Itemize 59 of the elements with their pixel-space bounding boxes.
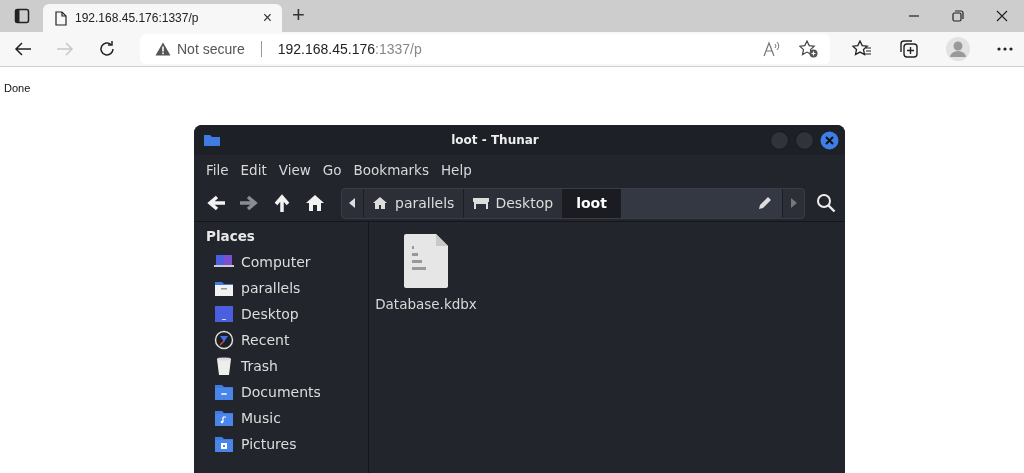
- close-button[interactable]: [820, 130, 839, 150]
- binary-file-icon: [404, 234, 448, 288]
- close-icon[interactable]: [996, 10, 1008, 22]
- sidebar-item[interactable]: Documents: [206, 379, 368, 405]
- menu-item[interactable]: File: [200, 162, 235, 178]
- sidebar-heading: Places: [206, 228, 256, 244]
- folder-icon: [204, 134, 220, 146]
- tab-title: 192.168.45.176:1337/p: [75, 11, 200, 25]
- desktop-icon: [214, 304, 234, 324]
- up-icon[interactable]: [272, 193, 292, 213]
- path-button[interactable]: loot: [563, 188, 621, 218]
- address-bar[interactable]: Not secure 192.168.45.176:1337/p: [140, 34, 830, 64]
- page-icon: [55, 10, 67, 26]
- sidebar-item[interactable]: Pictures: [206, 431, 368, 457]
- new-tab-button[interactable]: +: [292, 0, 305, 32]
- clock-icon: [214, 330, 234, 350]
- sidebar-item[interactable]: Music: [206, 405, 368, 431]
- back-icon[interactable]: [14, 41, 32, 57]
- home-icon[interactable]: [305, 193, 325, 213]
- menu-item[interactable]: Go: [316, 162, 348, 178]
- menu-item[interactable]: Edit: [234, 162, 273, 178]
- read-aloud-icon[interactable]: [763, 41, 781, 57]
- browser-tab[interactable]: 192.168.45.176:1337/p ×: [43, 4, 282, 32]
- scroll-right-icon[interactable]: [790, 198, 797, 208]
- back-icon[interactable]: [206, 193, 226, 213]
- path-button[interactable]: parallels: [364, 188, 465, 218]
- menu-item[interactable]: Help: [434, 162, 478, 178]
- home-icon: [373, 196, 389, 210]
- restore-icon[interactable]: [952, 10, 964, 22]
- reload-icon[interactable]: [98, 40, 116, 58]
- add-favorite-icon[interactable]: [799, 40, 818, 58]
- close-tab-button[interactable]: ×: [262, 9, 272, 27]
- collections-icon[interactable]: [899, 39, 919, 59]
- desktop-icon: [473, 196, 490, 210]
- search-icon[interactable]: [816, 193, 836, 213]
- path-bar[interactable]: parallels Desktop loot: [341, 187, 805, 219]
- sidebar-item[interactable]: Trash: [206, 353, 368, 379]
- menu-item[interactable]: View: [272, 162, 317, 178]
- menu-item[interactable]: Bookmarks: [347, 162, 435, 178]
- scroll-left-icon[interactable]: [349, 198, 356, 208]
- url-text: 192.168.45.176:1337/p: [277, 41, 422, 57]
- security-label: Not secure: [177, 41, 245, 57]
- sidebar-item[interactable]: Recent: [206, 327, 368, 353]
- trash-icon: [214, 356, 234, 376]
- more-icon[interactable]: [997, 47, 1013, 51]
- file-name: Database.kdbx: [375, 296, 477, 312]
- music-folder-icon: [214, 408, 234, 428]
- sidebar-item[interactable]: Desktop: [206, 301, 368, 327]
- window-title: loot - Thunar: [450, 133, 540, 147]
- sidebar-item[interactable]: Computer: [206, 249, 368, 275]
- folder-icon: [214, 382, 234, 402]
- pencil-icon[interactable]: [758, 196, 772, 210]
- tab-actions-icon[interactable]: [13, 8, 30, 24]
- favorites-icon[interactable]: [852, 40, 872, 58]
- sidebar-item[interactable]: parallels: [206, 275, 368, 301]
- pictures-folder-icon: [214, 434, 234, 454]
- warning-icon: [155, 42, 171, 56]
- status-text: Done: [4, 82, 32, 96]
- profile-avatar-icon[interactable]: [946, 37, 970, 61]
